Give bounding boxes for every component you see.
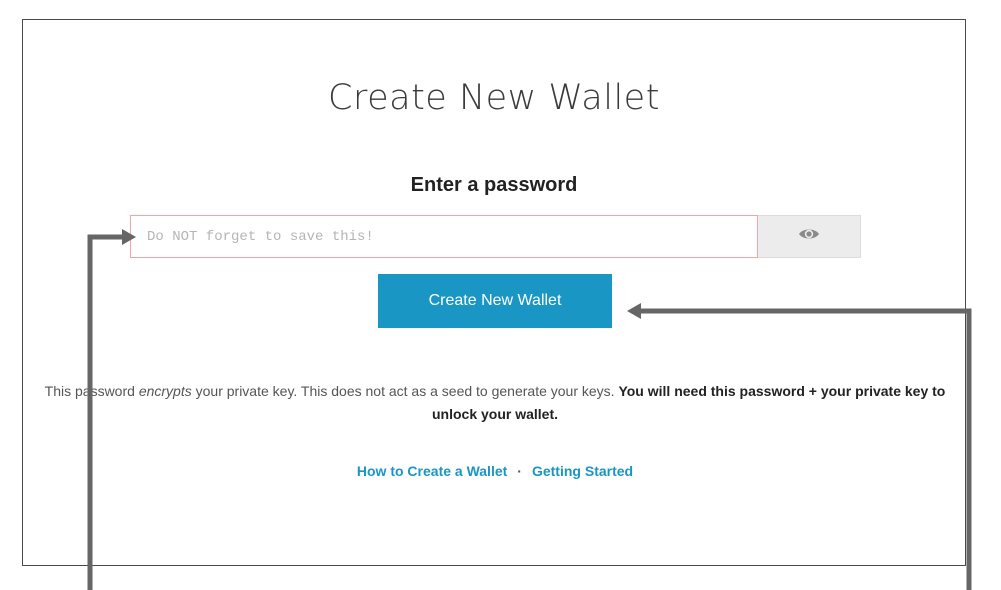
help-links: How to Create a Wallet · Getting Started <box>23 460 967 482</box>
wallet-card: Create New Wallet Enter a password Creat… <box>22 19 966 566</box>
eye-icon <box>798 227 820 246</box>
page: Create New Wallet Enter a password Creat… <box>0 0 1001 590</box>
page-title: Create New Wallet <box>328 78 660 118</box>
link-separator: · <box>517 463 522 479</box>
getting-started-link[interactable]: Getting Started <box>532 463 633 479</box>
how-to-create-wallet-link[interactable]: How to Create a Wallet <box>357 463 507 479</box>
create-wallet-button[interactable]: Create New Wallet <box>378 274 612 328</box>
info-text-part2: your private key. This does not act as a… <box>191 383 619 399</box>
toggle-password-visibility-button[interactable] <box>758 215 861 258</box>
password-input[interactable] <box>130 215 758 258</box>
password-info-text: This password encrypts your private key.… <box>23 380 967 426</box>
info-text-emphasis: encrypts <box>138 383 192 399</box>
info-text-part1: This password <box>44 383 139 399</box>
password-heading: Enter a password <box>410 174 578 196</box>
